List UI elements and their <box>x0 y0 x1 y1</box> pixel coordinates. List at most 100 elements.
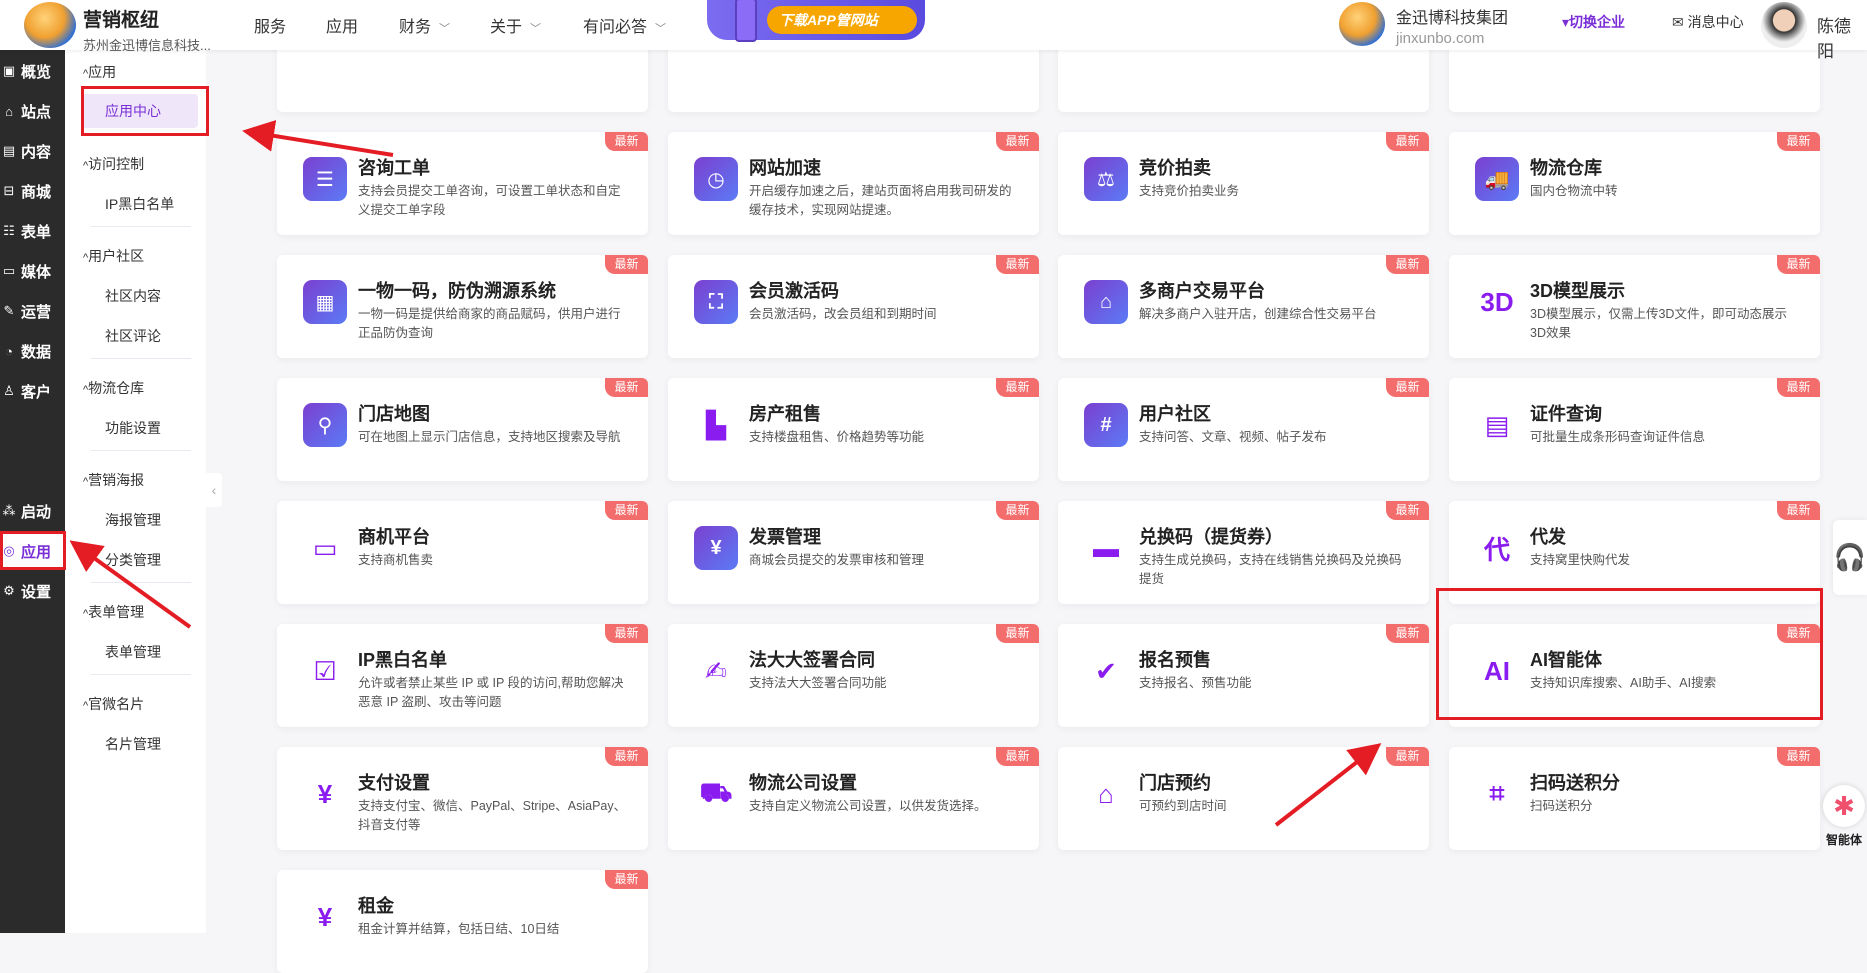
app-description: 支持竞价拍卖业务 <box>1139 184 1240 198</box>
app-card[interactable]: ▭ 商机平台 支持商机售卖 最新 <box>277 501 648 604</box>
download-app-banner[interactable]: 下载APP管网站 <box>707 0 925 42</box>
brand: 营销枢纽 苏州金迅博信息科技... <box>83 5 211 54</box>
nav-label: 服务 <box>254 19 287 36</box>
divider <box>91 226 191 227</box>
sidebar-item[interactable]: ⌂ 站点 <box>0 92 65 130</box>
nav-about[interactable]: 关于 ﹀ <box>490 13 541 37</box>
app-description: 支持支付宝、微信、PayPal、Stripe、AsiaPay、抖音支付等 <box>358 799 627 832</box>
app-description: 扫码送积分 <box>1530 799 1593 813</box>
app-card[interactable]: 3D 3D模型展示 3D模型展示，仅需上传3D文件，即可动态展示3D效果 最新 <box>1449 255 1820 358</box>
switch-company-button[interactable]: ▾切换企业 <box>1562 12 1625 32</box>
app-card[interactable]: ⌗ 扫码送积分 扫码送积分 最新 <box>1449 747 1820 850</box>
app-title: 发票管理 <box>749 527 821 547</box>
app-card[interactable]: ✔ 报名预售 支持报名、预售功能 最新 <box>1058 624 1429 727</box>
app-card[interactable]: ⚖ 竞价拍卖 支持竞价拍卖业务 最新 <box>1058 132 1429 235</box>
submenu-group-header[interactable]: ^营销海报 <box>83 470 144 490</box>
app-card[interactable]: ¥ 支付设置 支持支付宝、微信、PayPal、Stripe、AsiaPay、抖音支付… <box>277 747 648 850</box>
app-description: 可在地图上显示门店信息，支持地区搜索及导航 <box>358 430 621 444</box>
app-description: 国内仓物流中转 <box>1530 184 1618 198</box>
submenu-link[interactable]: IP黑白名单 <box>105 194 174 214</box>
nav-apps[interactable]: 应用 <box>326 13 358 37</box>
submenu-link[interactable]: 海报管理 <box>105 510 161 530</box>
app-card[interactable]: ▤ 证件查询 可批量生成条形码查询证件信息 最新 <box>1449 378 1820 481</box>
sidebar-item-label: 商城 <box>21 183 52 201</box>
nav-faq[interactable]: 有问必答 ﹀ <box>583 13 666 37</box>
ai-agent-floating-button[interactable]: ✱ 智能体 <box>1821 785 1867 848</box>
app-card[interactable]: ⛟ 物流公司设置 支持自定义物流公司设置，以供发货选择。 最新 <box>668 747 1039 850</box>
sidebar-item[interactable]: ♙ 客户 <box>0 372 65 410</box>
phone-icon <box>735 0 757 42</box>
app-card[interactable]: ⌂ 门店预约 可预约到店时间 最新 <box>1058 747 1429 850</box>
app-description: 支持商机售卖 <box>358 553 434 567</box>
sidebar-item[interactable]: ◔ 数据 <box>0 332 65 370</box>
collapse-sidebar-button[interactable]: ‹ <box>206 473 222 507</box>
new-badge: 最新 <box>1777 501 1820 520</box>
sidebar-item[interactable]: ⚙ 设置 <box>0 572 65 610</box>
app-card[interactable]: ▦ 一物一码，防伪溯源系统 一物一码是提供给商家的商品赋码，供用户进行正品防伪查询 最… <box>277 255 648 358</box>
submenu-group-header[interactable]: ^官微名片 <box>83 694 144 714</box>
submenu-link[interactable]: 功能设置 <box>105 418 161 438</box>
app-card[interactable]: ⛶ 会员激活码 会员激活码，改会员组和到期时间 最新 <box>668 255 1039 358</box>
sidebar-item[interactable]: ▣ 概览 <box>0 52 65 90</box>
app-title: 用户社区 <box>1139 404 1211 424</box>
sidebar-item[interactable]: ⊟ 商城 <box>0 172 65 210</box>
sidebar-item-label: 概览 <box>21 63 52 81</box>
app-card[interactable]: ✍ 法大大签署合同 支持法大大签署合同功能 最新 <box>668 624 1039 727</box>
submenu-link[interactable]: 名片管理 <box>105 734 161 754</box>
app-description: 可批量生成条形码查询证件信息 <box>1530 430 1706 444</box>
submenu-group-header[interactable]: ^表单管理 <box>83 602 144 622</box>
app-card[interactable]: ¥ 租金 租金计算并结算，包括日结、10日结 最新 <box>277 870 648 973</box>
brand-logo[interactable] <box>24 2 76 48</box>
app-card[interactable]: ▬ 兑换码（提货券） 支持生成兑换码，支持在线销售兑换码及兑换码提货 最新 <box>1058 501 1429 604</box>
sidebar-item-label: 媒体 <box>21 263 52 281</box>
app-card[interactable]: ☰ 咨询工单 支持会员提交工单咨询，可设置工单状态和自定义提交工单字段 最新 <box>277 132 648 235</box>
new-badge: 最新 <box>605 624 648 643</box>
app-icon: ✔ <box>1095 655 1117 686</box>
customer-service-button[interactable]: 🎧 <box>1833 520 1867 595</box>
user-name[interactable]: 陈德阳 <box>1817 12 1867 62</box>
app-card[interactable]: 🚚 物流仓库 国内仓物流中转 最新 <box>1449 132 1820 235</box>
app-title: 租金 <box>358 896 394 916</box>
app-card[interactable]: ⌂ 多商户交易平台 解决多商户入驻开店，创建综合性交易平台 最新 <box>1058 255 1429 358</box>
video-icon: ▭ <box>2 263 16 278</box>
app-card[interactable]: # 用户社区 支持问答、文章、视频、帖子发布 最新 <box>1058 378 1429 481</box>
app-card[interactable]: ☑ IP黑白名单 允许或者禁止某些 IP 或 IP 段的访问,帮助您解决恶意 IP … <box>277 624 648 727</box>
sidebar-item[interactable]: ☷ 表单 <box>0 212 65 250</box>
sidebar-item[interactable]: ▭ 媒体 <box>0 252 65 290</box>
sidebar-item[interactable]: ✎ 运营 <box>0 292 65 330</box>
new-badge: 最新 <box>1386 378 1429 397</box>
app-card[interactable]: ◷ 网站加速 开启缓存加速之后，建站页面将启用我司研发的缓存技术，实现网站提速。 最新 <box>668 132 1039 235</box>
submenu-group-header[interactable]: ^物流仓库 <box>83 378 144 398</box>
submenu-group-header[interactable]: ^访问控制 <box>83 154 144 174</box>
group-label: 物流仓库 <box>88 380 145 396</box>
submenu-group-header[interactable]: ^用户社区 <box>83 246 144 266</box>
submenu-link[interactable]: 表单管理 <box>105 642 161 662</box>
app-icon: ☑ <box>313 655 337 686</box>
message-center-button[interactable]: ✉ 消息中心 <box>1672 12 1744 32</box>
paperclip-icon: ✎ <box>3 303 15 318</box>
app-card[interactable]: ⚲ 门店地图 可在地图上显示门店信息，支持地区搜索及导航 最新 <box>277 378 648 481</box>
sidebar-item-label: 设置 <box>21 583 52 601</box>
app-description: 允许或者禁止某些 IP 或 IP 段的访问,帮助您解决恶意 IP 盗刷、攻击等问… <box>358 676 624 709</box>
submenu-link[interactable]: 社区评论 <box>105 326 161 346</box>
nav-label: 应用 <box>326 19 359 36</box>
nav-finance[interactable]: 财务 ﹀ <box>399 13 450 37</box>
app-card[interactable]: ▙ 房产租售 支持楼盘租售、价格趋势等功能 最新 <box>668 378 1039 481</box>
divider <box>91 450 191 451</box>
app-description: 可预约到店时间 <box>1139 799 1227 813</box>
submenu-group-header[interactable]: ^应用 <box>83 62 116 82</box>
app-icon: ✍ <box>705 655 727 686</box>
sidebar-item[interactable]: ⁂ 启动 <box>0 492 65 530</box>
download-app-button[interactable]: 下载APP管网站 <box>767 6 917 34</box>
app-title: 扫码送积分 <box>1530 773 1620 793</box>
submenu-link[interactable]: 分类管理 <box>105 550 161 570</box>
app-title: 多商户交易平台 <box>1139 281 1265 301</box>
app-title: 会员激活码 <box>749 281 839 301</box>
submenu-link[interactable]: 社区内容 <box>105 286 161 306</box>
avatar[interactable] <box>1761 2 1807 48</box>
app-card[interactable]: ¥ 发票管理 商城会员提交的发票审核和管理 最新 <box>668 501 1039 604</box>
sub-menu: ^应用 应用中心 ^访问控制 IP黑白名单 ^用户社区 社区内容 社区评论 ^物流仓库 功能设置… <box>65 50 206 933</box>
sidebar-item[interactable]: ▤ 内容 <box>0 132 65 170</box>
app-description: 支持楼盘租售、价格趋势等功能 <box>749 430 925 444</box>
nav-service[interactable]: 服务 <box>254 13 286 37</box>
